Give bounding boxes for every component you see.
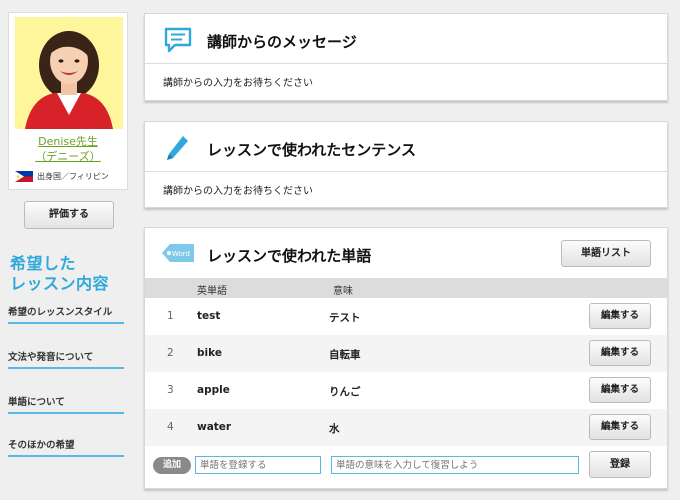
row-meaning: 自転車 (329, 349, 361, 361)
message-panel: 講師からのメッセージ 講師からの入力をお待ちください (144, 13, 668, 101)
philippines-flag-icon (15, 171, 33, 182)
row-english: apple (197, 384, 230, 396)
tutor-name-kana[interactable]: （デニーズ） (9, 149, 127, 164)
table-row: 3 apple りんご 編集する (145, 372, 667, 409)
message-panel-body: 講師からの入力をお待ちください (163, 78, 313, 89)
row-meaning: 水 (329, 423, 340, 435)
row-english: water (197, 421, 232, 433)
wish-title-line1: 希望した (10, 254, 77, 273)
word-panel-header: Word レッスンで使われた単語 単語リスト (145, 228, 667, 278)
tutor-card: Denise先生 （デニーズ） 出身国／フィリピン (8, 12, 128, 190)
tutor-name-link[interactable]: Denise先生 （デニーズ） (9, 134, 127, 164)
tutor-origin: 出身国／フィリピン (15, 171, 109, 182)
row-number: 2 (167, 347, 174, 359)
tutor-photo[interactable] (15, 17, 123, 129)
table-row: 1 test テスト 編集する (145, 298, 667, 335)
sentence-panel-body: 講師からの入力をお待ちください (163, 186, 313, 197)
register-button[interactable]: 登録 (589, 451, 651, 478)
speech-bubble-icon (163, 25, 193, 55)
row-meaning: テスト (329, 312, 361, 324)
new-word-input[interactable] (195, 456, 321, 474)
new-meaning-input[interactable] (331, 456, 579, 474)
wish-item-other[interactable]: そのほかの希望 (8, 437, 124, 457)
wish-section-title: 希望した レッスン内容 (10, 254, 109, 294)
tutor-name[interactable]: Denise先生 (9, 134, 127, 149)
column-header-meaning: 意味 (333, 286, 353, 297)
svg-text:Word: Word (172, 250, 190, 258)
add-word-row: 追加 登録 (145, 446, 667, 484)
word-list-button[interactable]: 単語リスト (561, 240, 651, 267)
add-badge: 追加 (153, 457, 191, 474)
edit-button[interactable]: 編集する (589, 303, 651, 329)
row-english: test (197, 310, 221, 322)
pencil-icon (163, 133, 193, 163)
row-meaning: りんご (329, 386, 361, 398)
sentence-panel-title: レッスンで使われたセンテンス (207, 141, 416, 159)
tutor-origin-text: 出身国／フィリピン (37, 172, 109, 181)
word-tag-icon: Word (161, 241, 195, 265)
message-panel-title: 講師からのメッセージ (207, 33, 357, 51)
word-table-header: 英単語 意味 (145, 278, 667, 298)
wish-item-lesson-style[interactable]: 希望のレッスンスタイル (8, 304, 124, 324)
wish-item-vocabulary[interactable]: 単語について (8, 394, 124, 414)
word-panel-title: レッスンで使われた単語 (207, 247, 372, 265)
row-number: 3 (167, 384, 174, 396)
edit-button[interactable]: 編集する (589, 340, 651, 366)
message-panel-header: 講師からのメッセージ (145, 14, 667, 64)
rate-button[interactable]: 評価する (24, 201, 114, 229)
wish-item-grammar[interactable]: 文法や発音について (8, 349, 124, 369)
edit-button[interactable]: 編集する (589, 414, 651, 440)
row-english: bike (197, 347, 222, 359)
sentence-panel: レッスンで使われたセンテンス 講師からの入力をお待ちください (144, 121, 668, 208)
edit-button[interactable]: 編集する (589, 377, 651, 403)
table-row: 4 water 水 編集する (145, 409, 667, 446)
row-number: 4 (167, 421, 174, 433)
word-panel: Word レッスンで使われた単語 単語リスト 英単語 意味 1 test テスト… (144, 227, 668, 489)
column-header-english: 英単語 (197, 286, 227, 297)
sentence-panel-header: レッスンで使われたセンテンス (145, 122, 667, 172)
row-number: 1 (167, 310, 174, 322)
wish-title-line2: レッスン内容 (10, 274, 110, 293)
table-row: 2 bike 自転車 編集する (145, 335, 667, 372)
